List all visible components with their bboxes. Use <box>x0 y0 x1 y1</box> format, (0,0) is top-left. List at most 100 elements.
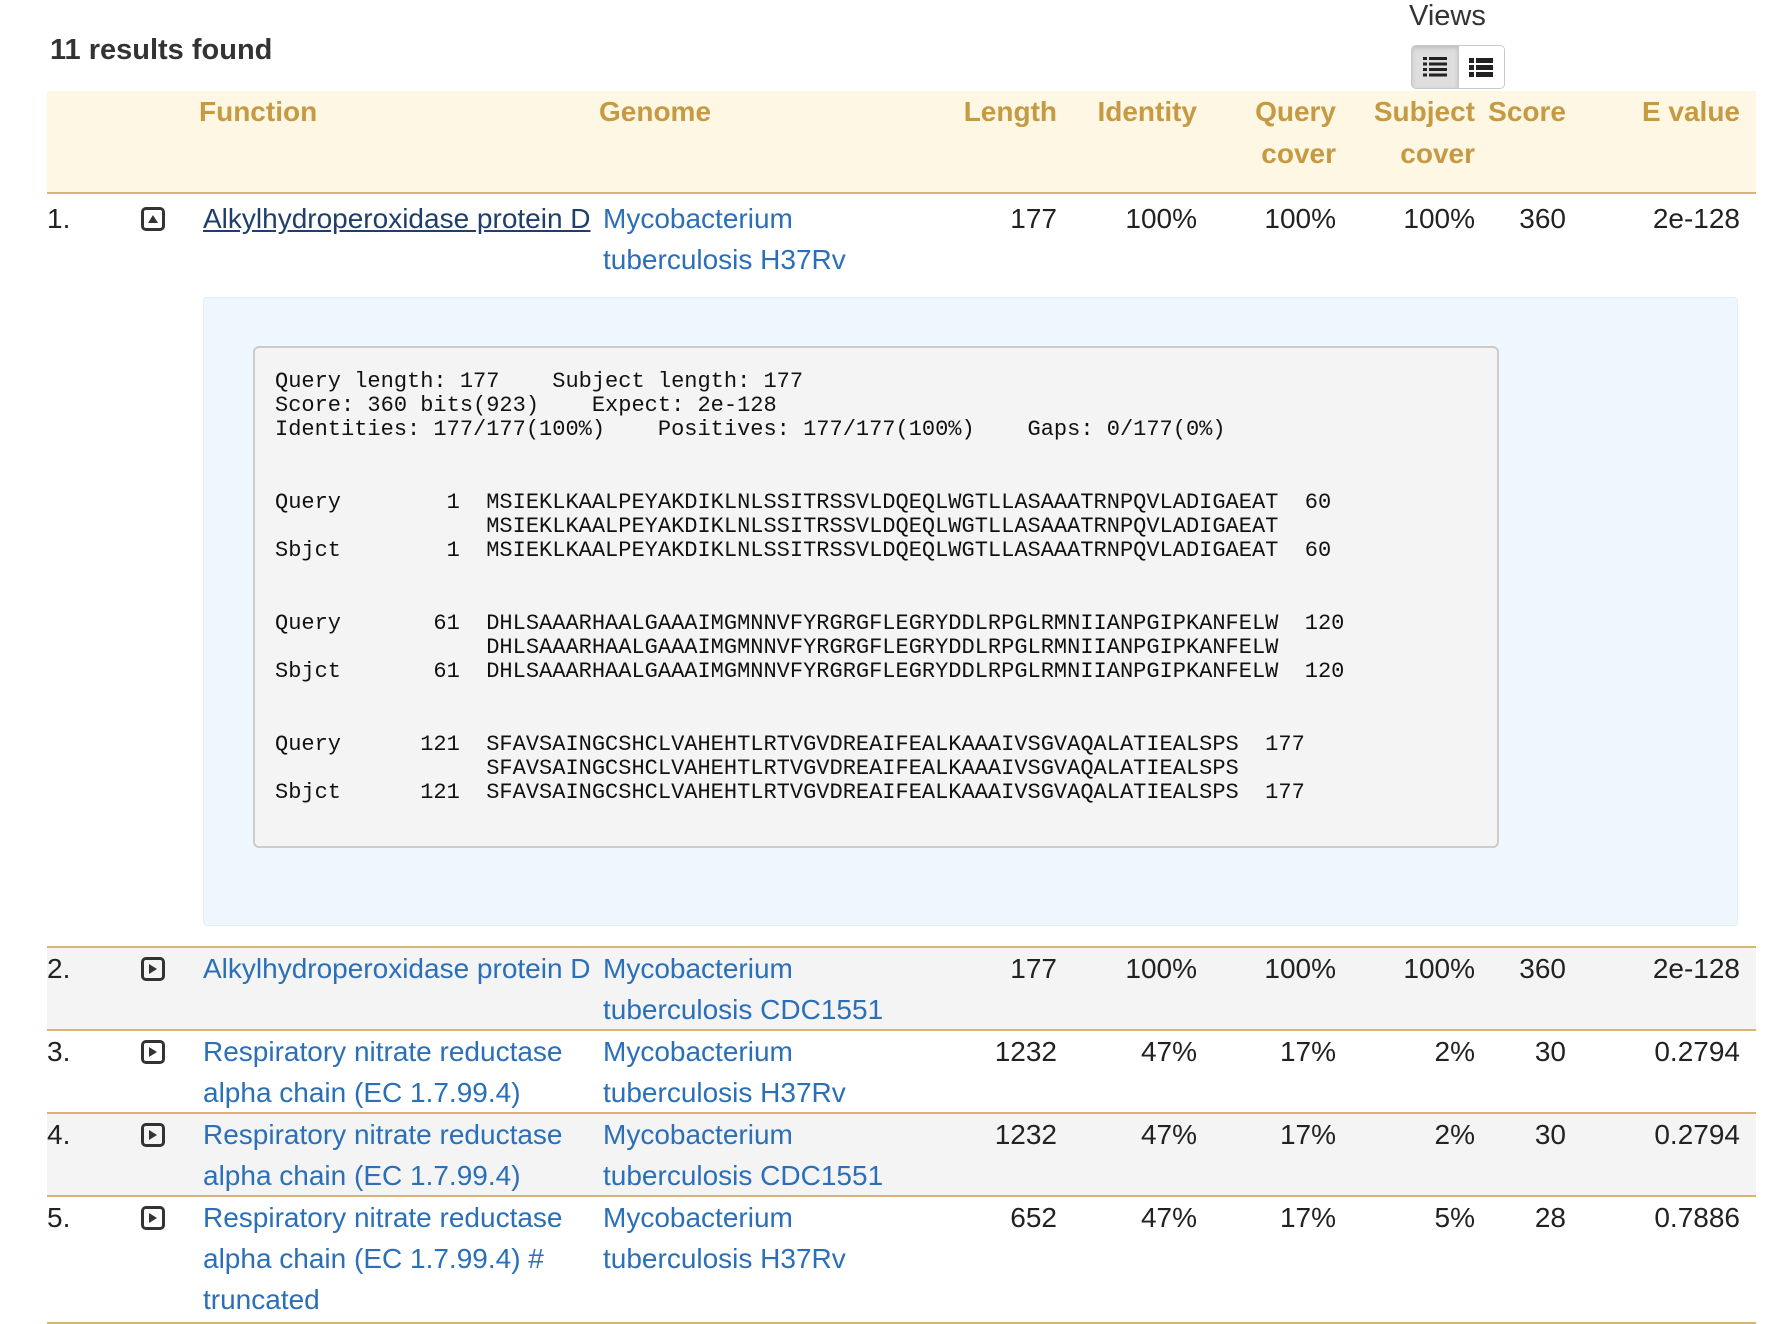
alignment-match-line: MSIEKLKAALPEYAKDIKLNLSSITRSSVLDQEQLWGTLL… <box>275 514 1279 539</box>
caret-up-icon <box>148 215 158 223</box>
row-number: 5. <box>47 1202 71 1233</box>
expand-icon[interactable] <box>141 957 165 981</box>
results-count: 11 results found <box>50 34 273 66</box>
row-number: 2. <box>47 953 71 984</box>
column-header-length[interactable]: Length <box>907 91 1057 133</box>
genome-line: tuberculosis CDC1551 <box>603 994 884 1025</box>
subject-cover-value: 100% <box>1403 203 1475 234</box>
query-cover-value: 17% <box>1279 1119 1336 1150</box>
detailed-list-icon <box>1422 57 1447 77</box>
expand-icon[interactable] <box>141 1123 165 1147</box>
query-cover-value: 17% <box>1279 1036 1336 1067</box>
length-value: 652 <box>1010 1202 1057 1233</box>
query-cover-value: 17% <box>1279 1202 1336 1233</box>
expand-icon[interactable] <box>141 1040 165 1064</box>
views-toggle <box>1411 45 1505 89</box>
collapse-icon[interactable] <box>141 207 165 231</box>
expand-icon[interactable] <box>141 1206 165 1230</box>
function-link[interactable]: Respiratory nitrate reductase alpha chai… <box>203 1114 603 1196</box>
genome-link[interactable]: Mycobacterium tuberculosis CDC1551 <box>603 1114 903 1196</box>
genome-line: tuberculosis CDC1551 <box>603 1160 884 1191</box>
function-link[interactable]: Alkylhydroperoxidase protein D <box>203 948 603 989</box>
evalue-value: 0.7886 <box>1654 1202 1740 1233</box>
column-header-subject-cover-line1: Subject <box>1373 96 1475 127</box>
alignment-summary-line: Score: 360 bits(923) Expect: 2e-128 <box>275 393 777 418</box>
genome-line: Mycobacterium <box>603 1119 793 1150</box>
query-cover-value: 100% <box>1264 953 1336 984</box>
alignment-subject-line: Sbjct 1 MSIEKLKAALPEYAKDIKLNLSSITRSSVLDQ… <box>275 538 1332 563</box>
row-number: 1. <box>47 203 71 234</box>
column-header-score[interactable]: Score <box>1475 91 1566 133</box>
row-number: 4. <box>47 1119 71 1150</box>
column-header-query-cover-line2: cover <box>1261 138 1336 169</box>
column-header-query-cover-line1: Query <box>1255 96 1336 127</box>
table-row: 5. Respiratory nitrate reductase alpha c… <box>47 1197 1756 1324</box>
caret-right-icon <box>149 964 157 974</box>
caret-right-icon <box>149 1213 157 1223</box>
evalue-value: 0.2794 <box>1654 1036 1740 1067</box>
alignment-query-line: Query 121 SFAVSAINGCSHCLVAHEHTLRTVGVDREA… <box>275 732 1305 757</box>
subject-cover-value: 2% <box>1434 1119 1475 1150</box>
evalue-value: 0.2794 <box>1654 1119 1740 1150</box>
evalue-value: 2e-128 <box>1652 953 1740 984</box>
table-row: 3. Respiratory nitrate reductase alpha c… <box>47 1031 1756 1114</box>
alignment-detail-panel: Query length: 177 Subject length: 177 Sc… <box>203 297 1738 926</box>
caret-right-icon <box>149 1130 157 1140</box>
table-header: Function Genome Length Identity Query co… <box>47 91 1756 194</box>
function-line: Respiratory nitrate reductase <box>203 1036 563 1067</box>
row-number: 3. <box>47 1036 71 1067</box>
genome-line: tuberculosis H37Rv <box>603 1077 846 1108</box>
column-header-function[interactable]: Function <box>199 91 317 133</box>
genome-link[interactable]: Mycobacterium tuberculosis H37Rv <box>603 1031 903 1113</box>
table-row: 2. Alkylhydroperoxidase protein D Mycoba… <box>47 948 1756 1031</box>
compact-list-view-button[interactable] <box>1458 46 1504 88</box>
identity-value: 47% <box>1140 1119 1197 1150</box>
genome-line: tuberculosis H37Rv <box>603 244 846 275</box>
column-header-genome[interactable]: Genome <box>599 91 711 133</box>
genome-line: Mycobacterium <box>603 203 793 234</box>
alignment-subject-line: Sbjct 121 SFAVSAINGCSHCLVAHEHTLRTVGVDREA… <box>275 780 1305 805</box>
length-value: 177 <box>1010 953 1057 984</box>
length-value: 1232 <box>994 1036 1057 1067</box>
identity-value: 100% <box>1125 203 1197 234</box>
subject-cover-value: 100% <box>1403 953 1475 984</box>
identity-value: 100% <box>1125 953 1197 984</box>
column-header-subject-cover-line2: cover <box>1400 138 1475 169</box>
results-table: Function Genome Length Identity Query co… <box>47 91 1756 1324</box>
column-header-query-cover[interactable]: Query cover <box>1197 91 1336 175</box>
score-value: 360 <box>1519 203 1566 234</box>
table-row: 4. Respiratory nitrate reductase alpha c… <box>47 1114 1756 1197</box>
function-line: truncated <box>203 1284 320 1315</box>
genome-link[interactable]: Mycobacterium tuberculosis H37Rv <box>603 198 903 280</box>
function-link[interactable]: Respiratory nitrate reductase alpha chai… <box>203 1197 603 1320</box>
column-header-evalue[interactable]: E value <box>1566 91 1740 133</box>
subject-cover-value: 2% <box>1434 1036 1475 1067</box>
detailed-list-view-button[interactable] <box>1412 46 1459 88</box>
alignment-summary-line: Identities: 177/177(100%) Positives: 177… <box>275 417 1226 442</box>
score-value: 30 <box>1534 1036 1566 1067</box>
alignment-match-line: DHLSAAARHAALGAAAIMGMNNVFYRGRGFLEGRYDDLRP… <box>275 635 1279 660</box>
score-value: 360 <box>1519 953 1566 984</box>
score-value: 30 <box>1534 1119 1566 1150</box>
query-cover-value: 100% <box>1264 203 1336 234</box>
alignment-query-line: Query 61 DHLSAAARHAALGAAAIMGMNNVFYRGRGFL… <box>275 611 1345 636</box>
function-line: alpha chain (EC 1.7.99.4) <box>203 1077 521 1108</box>
evalue-value: 2e-128 <box>1652 203 1740 234</box>
column-header-identity[interactable]: Identity <box>1057 91 1197 133</box>
function-link[interactable]: Alkylhydroperoxidase protein D <box>203 198 603 239</box>
alignment-subject-line: Sbjct 61 DHLSAAARHAALGAAAIMGMNNVFYRGRGFL… <box>275 659 1345 684</box>
genome-link[interactable]: Mycobacterium tuberculosis CDC1551 <box>603 948 903 1030</box>
alignment-box: Query length: 177 Subject length: 177 Sc… <box>253 346 1499 848</box>
column-header-subject-cover[interactable]: Subject cover <box>1336 91 1475 175</box>
identity-value: 47% <box>1140 1036 1197 1067</box>
function-link[interactable]: Respiratory nitrate reductase alpha chai… <box>203 1031 603 1113</box>
genome-link[interactable]: Mycobacterium tuberculosis H37Rv <box>603 1197 903 1279</box>
function-line: alpha chain (EC 1.7.99.4) <box>203 1160 521 1191</box>
function-line: alpha chain (EC 1.7.99.4) # <box>203 1243 544 1274</box>
alignment-query-line: Query 1 MSIEKLKAALPEYAKDIKLNLSSITRSSVLDQ… <box>275 490 1332 515</box>
length-value: 177 <box>1010 203 1057 234</box>
alignment-summary-line: Query length: 177 Subject length: 177 <box>275 369 804 394</box>
caret-right-icon <box>149 1047 157 1057</box>
views-label: Views <box>1409 0 1486 32</box>
genome-line: Mycobacterium <box>603 1202 793 1233</box>
